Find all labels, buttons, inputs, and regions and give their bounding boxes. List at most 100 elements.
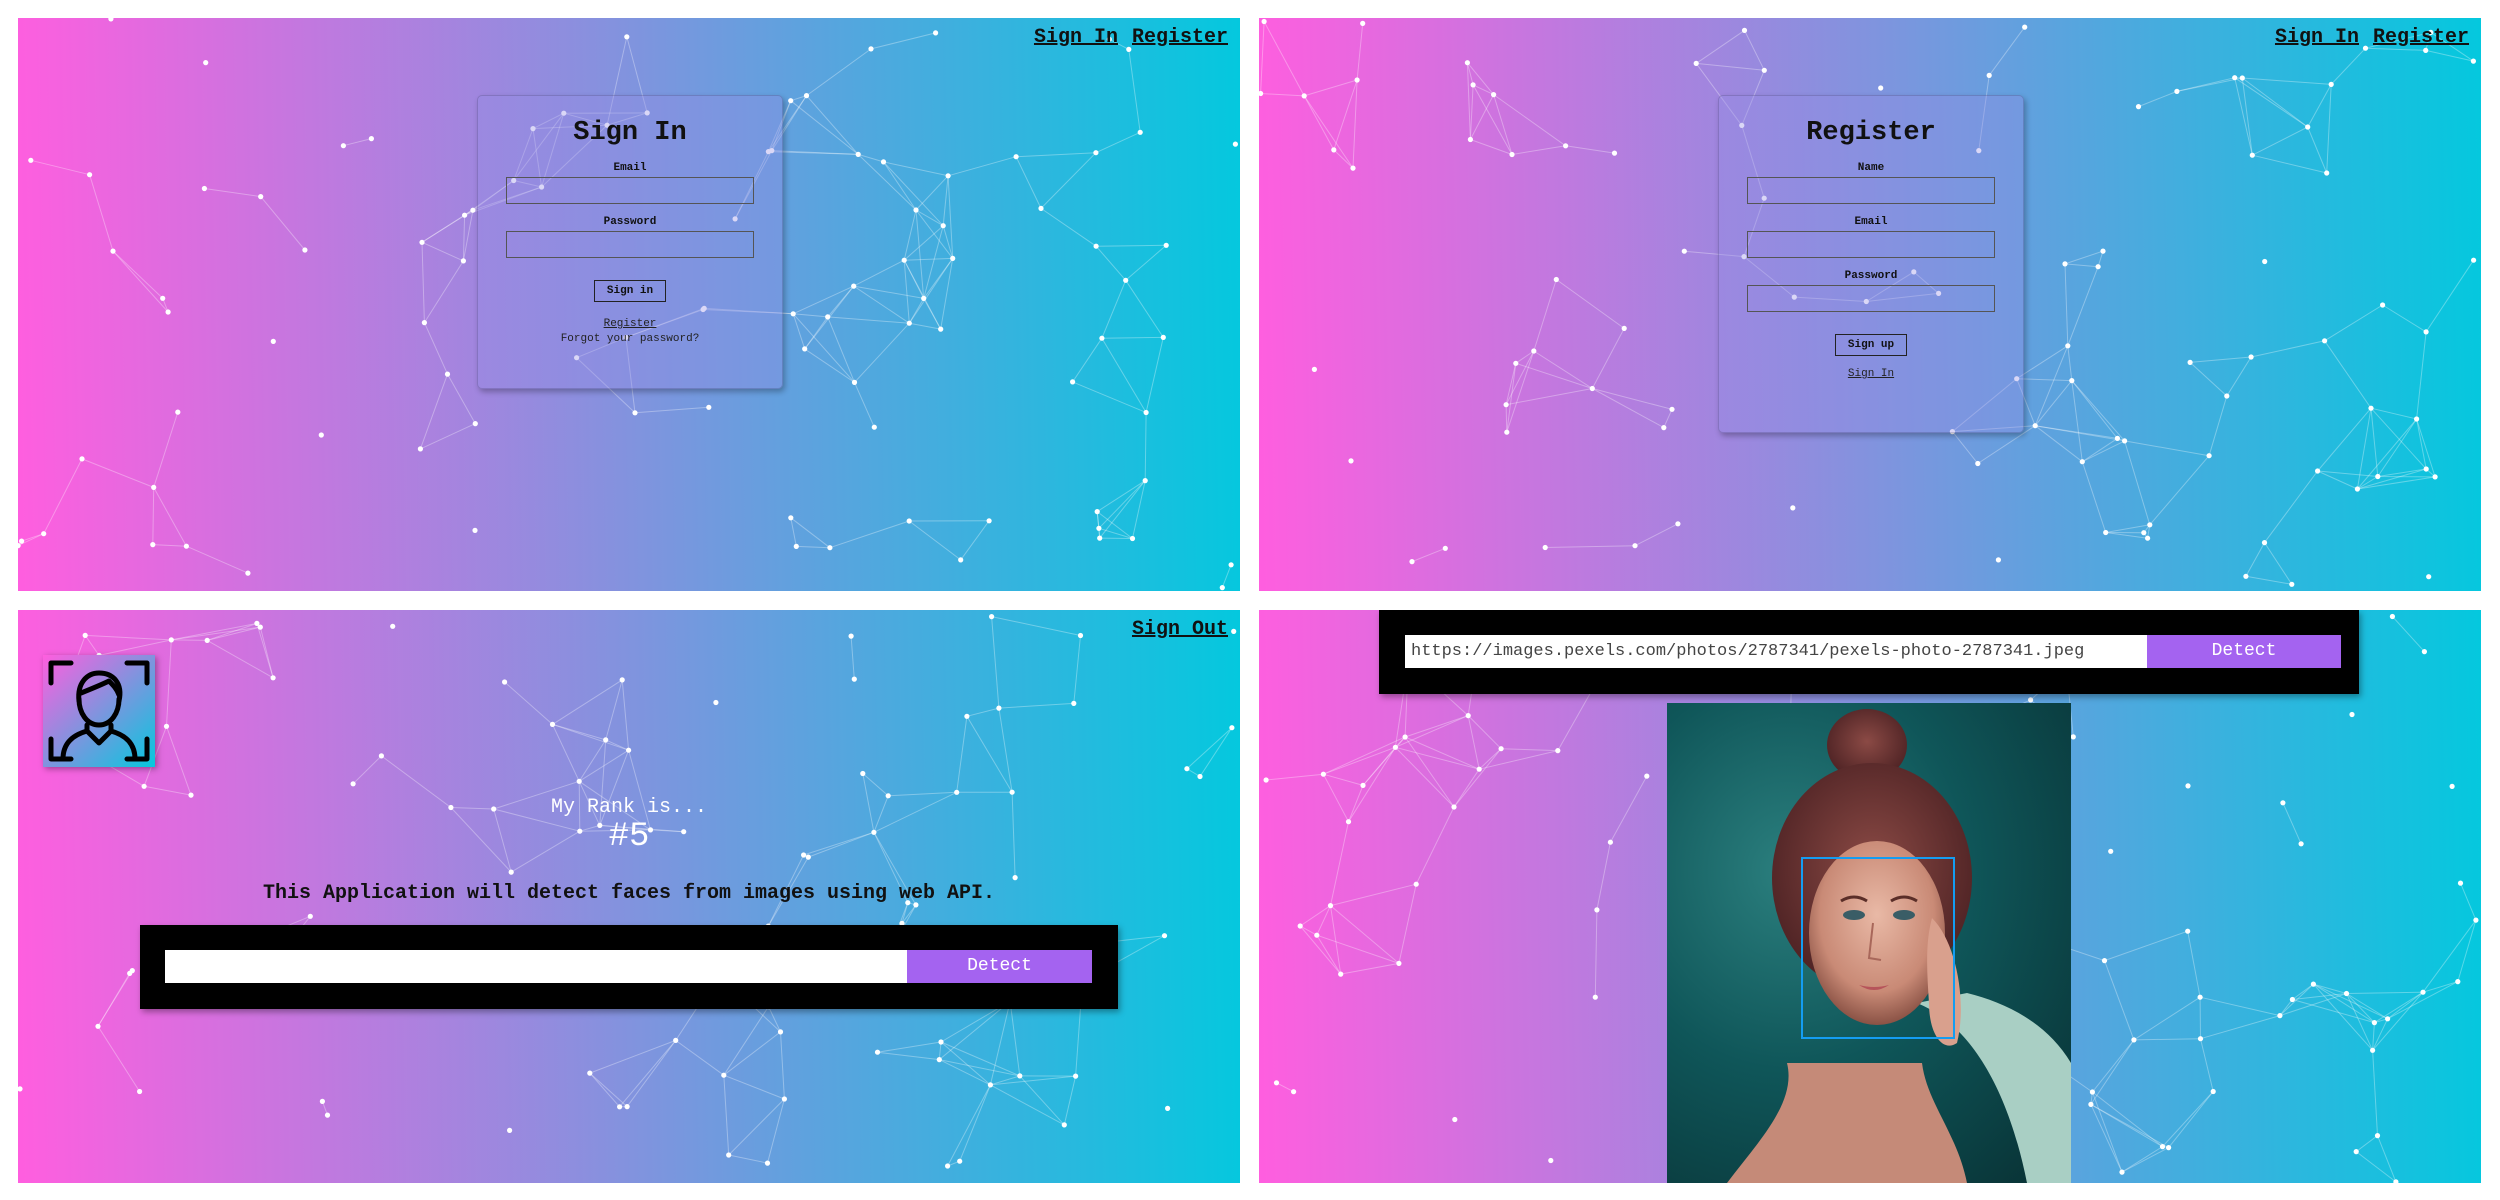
network-node <box>1161 933 1168 939</box>
register-link[interactable]: Register <box>478 318 782 330</box>
network-link <box>793 313 828 318</box>
network-link <box>1356 23 1364 81</box>
network-node <box>257 624 263 630</box>
network-link <box>2149 455 2210 526</box>
network-link <box>1276 1082 1294 1093</box>
network-link <box>2346 993 2374 1051</box>
network-node <box>2065 343 2071 349</box>
network-link <box>1333 149 1354 169</box>
image-url-input[interactable]: https://images.pexels.com/photos/2787341… <box>1405 635 2147 668</box>
network-node <box>1093 150 1099 156</box>
app-logo[interactable] <box>43 655 155 767</box>
network-node <box>603 737 609 743</box>
image-url-input[interactable] <box>165 950 907 983</box>
network-node <box>2298 841 2304 847</box>
network-node <box>141 783 147 789</box>
network-link <box>1467 715 1502 750</box>
network-link <box>2252 154 2327 174</box>
email-label: Email <box>1854 216 1888 228</box>
detect-button[interactable]: Detect <box>2147 635 2341 668</box>
network-link <box>1095 245 1127 281</box>
network-node <box>1563 143 1569 149</box>
network-link <box>1404 736 1455 808</box>
register-title: Register <box>1806 118 1936 148</box>
network-link <box>2372 1050 2378 1136</box>
password-field[interactable] <box>1747 285 1995 312</box>
network-node <box>945 173 951 179</box>
network-link <box>43 458 83 534</box>
network-link <box>2357 476 2436 490</box>
network-link <box>2133 1038 2201 1041</box>
network-link <box>2372 991 2424 1051</box>
network-link <box>792 313 806 350</box>
network-link <box>940 258 954 330</box>
network-node <box>777 1029 784 1035</box>
network-node <box>1165 1105 1171 1111</box>
network-link <box>2242 77 2332 85</box>
forgot-password-link[interactable]: Forgot your password? <box>478 333 782 345</box>
network-node <box>624 1104 630 1110</box>
signin-button[interactable]: Sign in <box>593 280 667 302</box>
network-link <box>728 1154 768 1164</box>
network-node <box>1163 242 1169 248</box>
nav-register-link[interactable]: Register <box>2373 26 2469 49</box>
network-link <box>1260 21 1265 94</box>
network-link <box>2124 440 2210 457</box>
network-node <box>1099 335 1105 341</box>
network-node <box>1077 632 1084 639</box>
email-field[interactable] <box>506 177 754 204</box>
network-link <box>857 154 917 211</box>
network-link <box>942 175 949 226</box>
network-node <box>129 968 135 974</box>
network-link <box>2416 331 2427 420</box>
register-screen: Sign In Register Register Name Email Pas… <box>1259 18 2481 591</box>
network-link <box>1125 280 1164 338</box>
network-node <box>1675 521 1681 527</box>
password-field[interactable] <box>506 231 754 258</box>
network-node <box>1017 1073 1023 1079</box>
network-link <box>2317 470 2358 490</box>
name-field[interactable] <box>1747 177 1995 204</box>
network-link <box>1016 152 1096 158</box>
nav-register-link[interactable]: Register <box>1132 26 1228 49</box>
network-link <box>97 970 133 1027</box>
signin-link[interactable]: Sign In <box>1719 368 2023 380</box>
network-link <box>2162 1091 2214 1147</box>
network-node <box>160 295 166 301</box>
network-link <box>1467 715 1480 770</box>
network-node <box>1229 725 1235 731</box>
network-link <box>2090 1039 2135 1105</box>
network-link <box>1132 480 1146 539</box>
network-node <box>1693 60 1699 66</box>
network-link <box>1015 156 1042 209</box>
nav-signin-link[interactable]: Sign In <box>1034 26 1118 49</box>
network-node <box>2385 1016 2391 1022</box>
network-link <box>2370 408 2379 477</box>
network-link <box>552 723 629 751</box>
network-node <box>1995 557 2001 563</box>
network-link <box>626 1040 677 1107</box>
nav-signout-link[interactable]: Sign Out <box>1132 618 1228 641</box>
network-node <box>1504 429 1510 435</box>
network-link <box>2199 996 2281 1017</box>
network-node <box>790 311 796 317</box>
network-node <box>28 157 34 163</box>
password-label: Password <box>1844 270 1898 282</box>
network-link <box>1330 883 1417 907</box>
network-node <box>1491 92 1497 98</box>
network-node <box>1878 85 1884 91</box>
email-field[interactable] <box>1747 231 1995 258</box>
nav-signin-link[interactable]: Sign In <box>2275 26 2359 49</box>
network-link <box>1330 905 1400 964</box>
network-node <box>1413 881 1419 887</box>
network-link <box>2090 1103 2163 1148</box>
network-node <box>803 93 810 99</box>
detect-button[interactable]: Detect <box>907 950 1092 983</box>
network-link <box>903 225 944 261</box>
network-node <box>938 1039 944 1045</box>
signup-button[interactable]: Sign up <box>1834 334 1908 356</box>
network-link <box>939 1059 1020 1077</box>
network-link <box>1506 388 1593 406</box>
network-link <box>2346 991 2424 994</box>
network-node <box>258 194 264 200</box>
